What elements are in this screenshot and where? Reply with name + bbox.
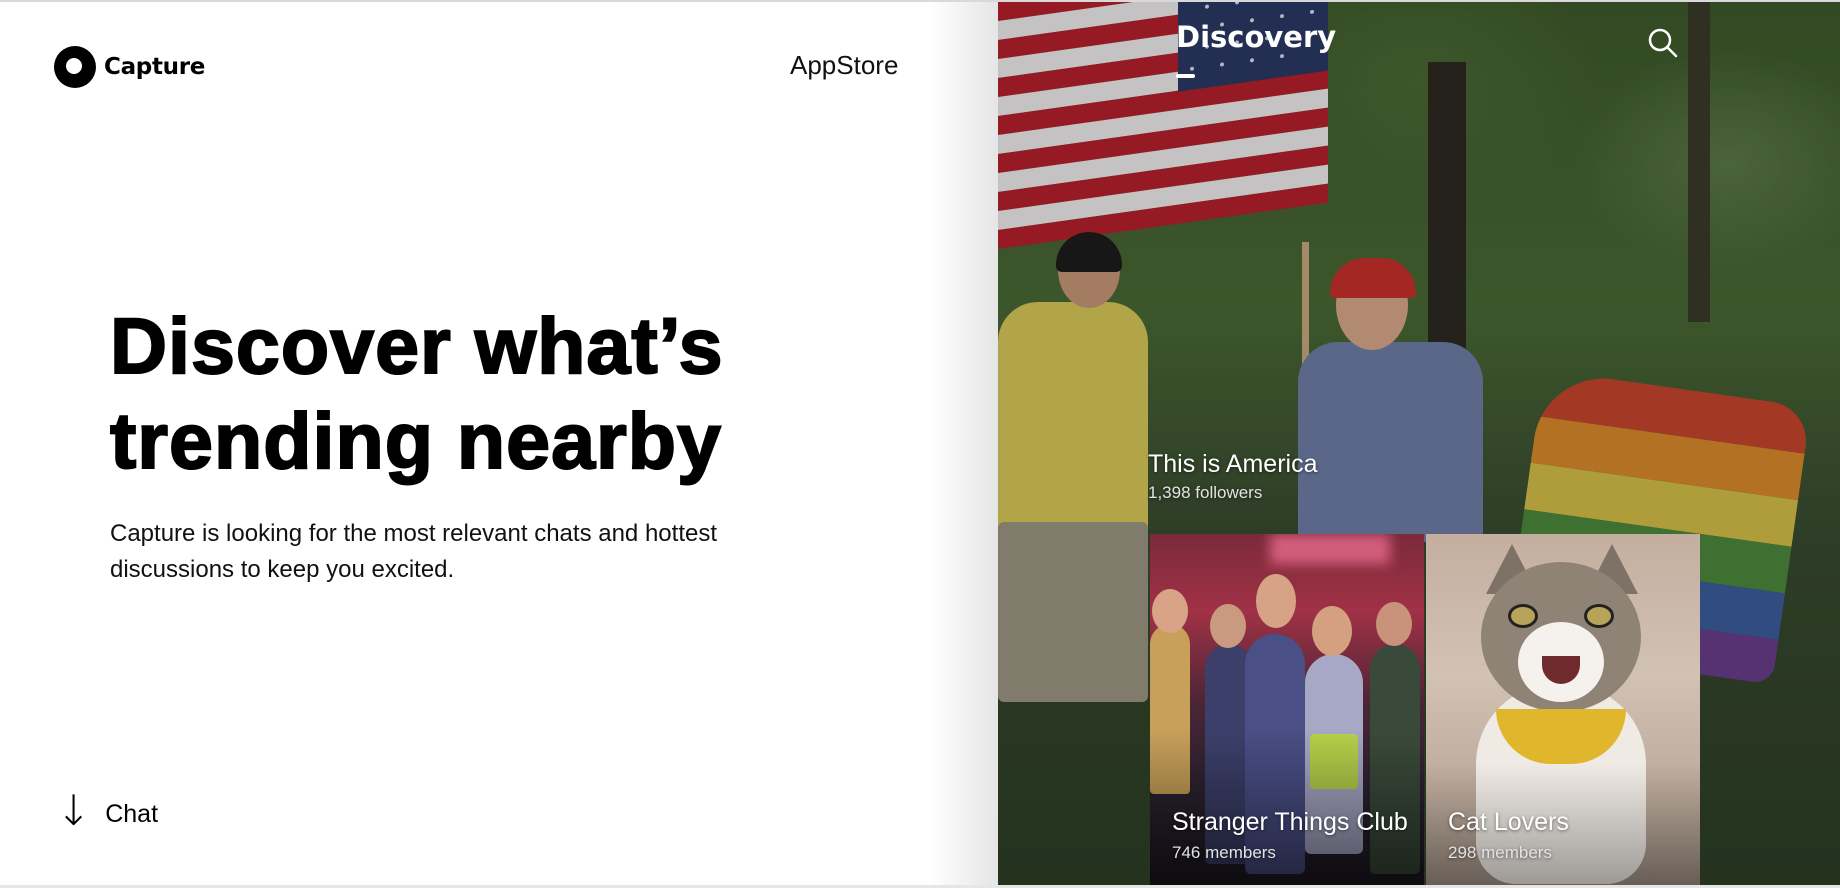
panel-edge-shadow — [928, 2, 998, 885]
capture-logo-icon — [54, 46, 96, 88]
brand-name: Capture — [104, 54, 206, 80]
topic-card-title: Stranger Things Club — [1172, 808, 1408, 836]
chat-label: Chat — [105, 799, 159, 828]
search-button[interactable] — [1646, 26, 1680, 60]
landing-panel: Capture AppStore Discover what’s trendin… — [0, 0, 998, 885]
discovery-panel: Discovery This is America 1,398 follower… — [998, 0, 1840, 885]
featured-topic-title: This is America — [1148, 450, 1318, 478]
featured-topic[interactable]: This is America 1,398 followers — [1148, 450, 1528, 503]
brand-logo-link[interactable]: Capture — [54, 46, 205, 88]
search-icon — [1648, 28, 1678, 58]
topic-card-title: Cat Lovers — [1448, 808, 1569, 836]
topic-card-stranger-things[interactable]: Stranger Things Club 746 members — [1150, 534, 1424, 885]
hero-headline-line2: trending nearby — [109, 395, 722, 486]
tab-discovery[interactable]: Discovery — [1176, 20, 1336, 54]
topic-card-cat-lovers[interactable]: Cat Lovers 298 members — [1426, 534, 1700, 885]
hero-headline: Discover what’s trending nearby — [109, 298, 870, 488]
arrow-down-icon: ↓ — [56, 786, 92, 835]
featured-topic-followers: 1,398 followers — [1148, 483, 1263, 502]
appstore-link[interactable]: AppStore — [790, 50, 898, 81]
tab-active-indicator — [1176, 74, 1195, 78]
topic-card-members: 746 members — [1172, 843, 1276, 862]
chat-link[interactable]: ↓ Chat — [56, 790, 158, 832]
hero-headline-line1: Discover what’s — [109, 300, 724, 391]
hero-description: Capture is looking for the most relevant… — [110, 520, 717, 583]
topic-card-members: 298 members — [1448, 843, 1552, 862]
